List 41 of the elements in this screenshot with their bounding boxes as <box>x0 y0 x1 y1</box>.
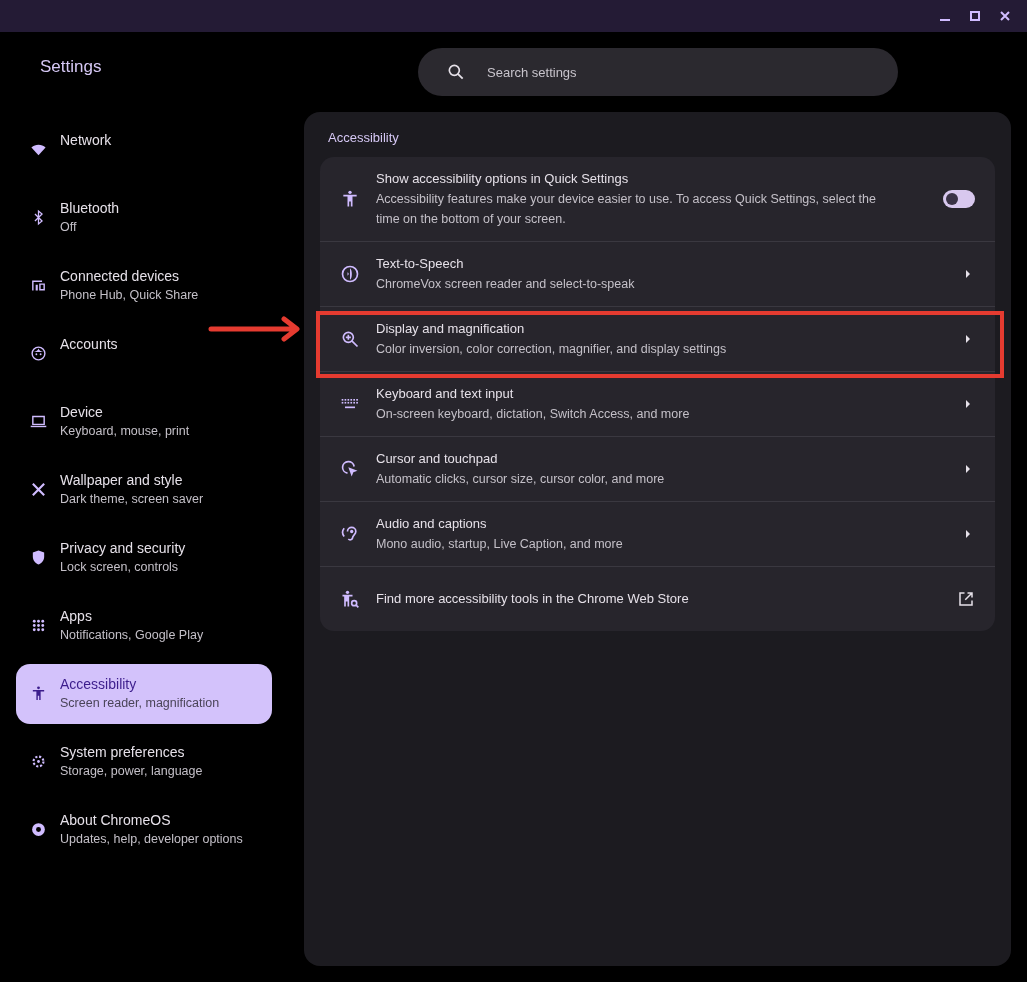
settings-row[interactable]: Keyboard and text input On-screen keyboard, dictation, Switch Access, and more <box>320 372 995 436</box>
settings-row[interactable]: Text-to-Speech ChromeVox screen reader and select-to-speak <box>320 242 995 306</box>
settings-row[interactable]: Show accessibility options in Quick Settings Accessibility features make your device easier to use. To access Quick Settings, select the time on the bottom of your screen. <box>320 157 995 241</box>
section-heading: Accessibility <box>327 129 400 147</box>
chevron-icon <box>965 399 971 409</box>
sidebar-item[interactable]: Network <box>16 120 272 180</box>
chevron-icon <box>965 529 971 539</box>
accessibility-icon <box>340 189 360 209</box>
settings-row[interactable]: Cursor and touchpad Automatic clicks, cursor size, cursor color, and more <box>320 437 995 501</box>
settings-row[interactable]: Audio and captions Mono audio, startup, Live Caption, and more <box>320 502 995 566</box>
settings-row[interactable]: Display and magnification Color inversion, color correction, magnifier, and display settings <box>320 307 995 371</box>
sidebar-item[interactable]: System preferences Storage, power, language <box>16 732 272 792</box>
person-search-icon <box>340 589 360 609</box>
sidebar-item[interactable]: Privacy and security Lock screen, controls <box>16 528 272 588</box>
shield-icon <box>30 549 47 566</box>
sidebar-item[interactable]: Apps Notifications, Google Play <box>16 596 272 656</box>
sidebar-item[interactable]: Accessibility Screen reader, magnification <box>16 664 272 724</box>
search-icon <box>446 62 466 82</box>
magnifier-icon <box>340 329 360 349</box>
maximize-icon[interactable] <box>969 10 981 22</box>
chevron-icon <box>965 464 971 474</box>
ear-icon <box>340 524 360 544</box>
grid-icon <box>30 617 47 634</box>
settings-row[interactable]: Find more accessibility tools in the Chrome Web Store <box>320 567 995 631</box>
sidebar-item[interactable]: Bluetooth Off <box>16 188 272 248</box>
sidebar-item[interactable]: Device Keyboard, mouse, print <box>16 392 272 452</box>
sidebar-item[interactable]: Connected devices Phone Hub, Quick Share <box>16 256 272 316</box>
external-link-icon <box>957 590 975 608</box>
sidebar-item[interactable]: Accounts <box>16 324 272 384</box>
sidebar-item[interactable]: Wallpaper and style Dark theme, screen saver <box>16 460 272 520</box>
toggle-switch[interactable] <box>943 190 975 208</box>
laptop-icon <box>30 413 47 430</box>
face-icon <box>30 345 47 362</box>
search-field[interactable]: Search settings <box>418 48 898 96</box>
close-icon[interactable] <box>999 10 1011 22</box>
chevron-icon <box>965 269 971 279</box>
accessibility-icon <box>30 685 47 702</box>
app-title: Settings <box>39 57 103 77</box>
cursor-icon <box>340 459 360 479</box>
chevron-icon <box>965 334 971 344</box>
sidebar-item[interactable]: About ChromeOS Updates, help, developer options <box>16 800 272 860</box>
